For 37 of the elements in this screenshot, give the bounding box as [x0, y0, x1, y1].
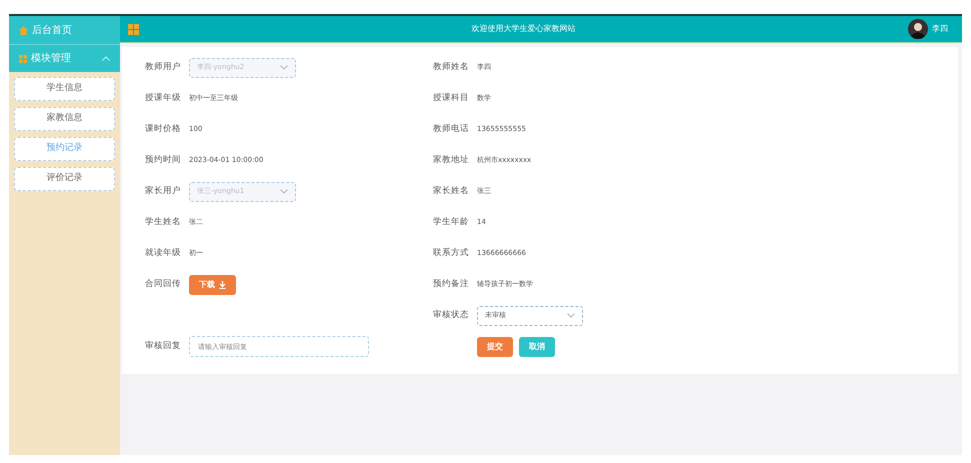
user-name: 李四 [932, 23, 948, 35]
field-label: 联系方式 [433, 247, 470, 260]
sidebar-menu-item[interactable]: 后台首页 [9, 16, 120, 44]
header-title: 欢迎使用大学生爱心家教网站 [470, 23, 576, 35]
menu-icon [128, 24, 139, 34]
field-label: 合同回传 [145, 278, 182, 291]
field-label: 授课科目 [433, 92, 470, 105]
field-label: 预约时间 [145, 154, 182, 167]
field-label: 教师电话 [433, 123, 470, 136]
field-label: 授课年级 [145, 92, 182, 105]
field-label: 预约备注 [433, 278, 470, 291]
field-label: 就读年级 [145, 247, 182, 260]
sidebar-menu-item[interactable]: 模块管理 [9, 44, 120, 72]
download-icon [219, 280, 226, 288]
field-label: 家长用户 [145, 185, 182, 198]
field-label: 课时价格 [145, 123, 182, 136]
field-label: 教师用户 [145, 61, 182, 74]
field-label: 审核状态 [433, 309, 470, 322]
grid-icon [19, 54, 27, 62]
chevron-down-icon [280, 189, 288, 194]
chevron-down-icon [280, 65, 288, 70]
field-label: 审核回复 [145, 340, 182, 353]
submit-button[interactable]: 提交 [477, 336, 513, 356]
sidebar-submenu-item[interactable]: 家教信息 [14, 107, 115, 131]
sidebar-submenu-item[interactable]: 预约记录 [14, 137, 115, 161]
field-label: 家长姓名 [433, 185, 470, 198]
field-label: 学生姓名 [145, 216, 182, 229]
field-label: 教师姓名 [433, 61, 470, 74]
field-label: 家教地址 [433, 154, 470, 167]
sidebar-submenu-item[interactable]: 评价记录 [14, 167, 115, 191]
sidebar-submenu-item[interactable]: 学生信息 [14, 77, 115, 101]
chevron-down-icon [567, 313, 575, 318]
field-label: 学生年龄 [433, 216, 470, 229]
home-icon [19, 26, 28, 34]
download-button[interactable]: 下载 [189, 274, 236, 294]
cancel-button[interactable]: 取消 [519, 336, 555, 356]
avatar-icon [908, 19, 928, 39]
